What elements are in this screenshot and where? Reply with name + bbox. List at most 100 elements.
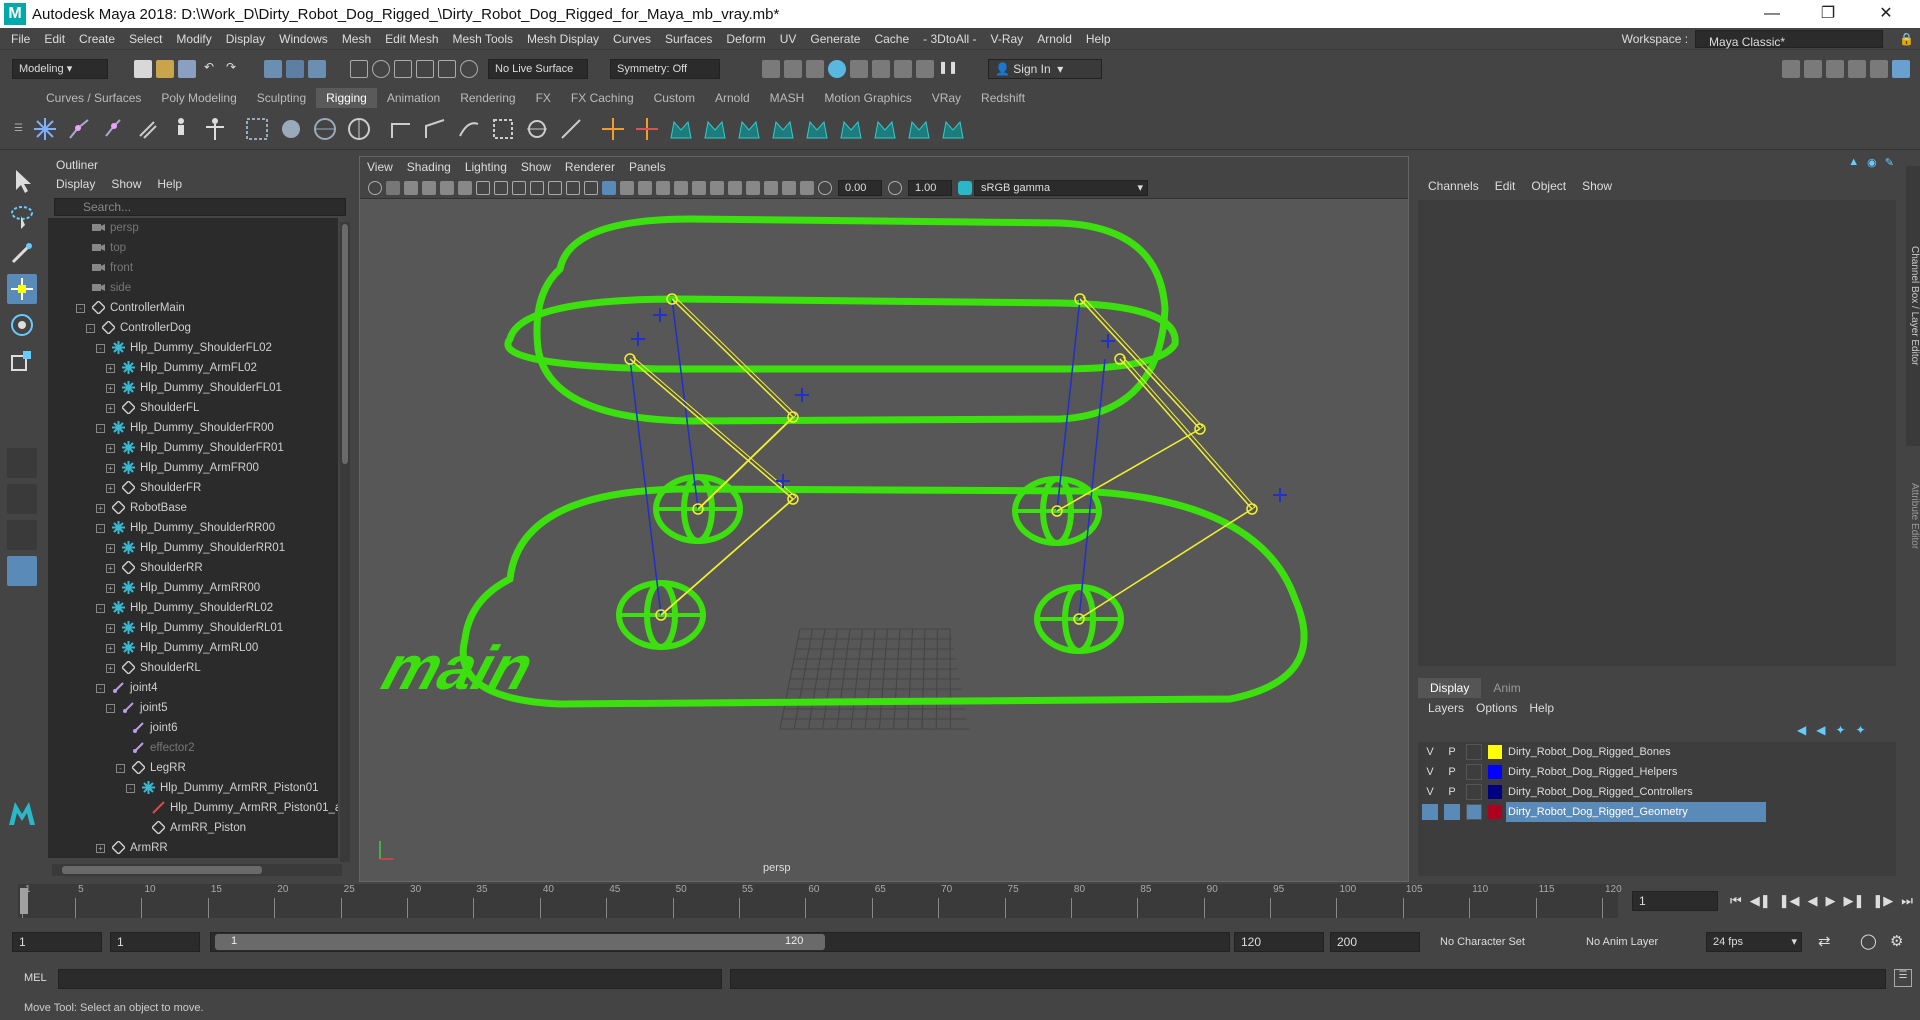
menu-generate[interactable]: Generate xyxy=(803,28,867,50)
open-scene-icon[interactable] xyxy=(156,60,174,78)
step-forward-key-icon[interactable]: ❚▶ xyxy=(1872,893,1893,909)
resolution-gate-icon[interactable] xyxy=(512,180,526,195)
viewport-menu-shading[interactable]: Shading xyxy=(400,157,458,177)
menu-curves[interactable]: Curves xyxy=(606,28,658,50)
layer-color-swatch[interactable] xyxy=(1488,765,1502,779)
outliner-item[interactable]: + Hlp_Dummy_ArmFR00 xyxy=(48,458,338,478)
outliner-layout-icon[interactable] xyxy=(7,556,37,586)
range-bar[interactable]: 1 120 xyxy=(210,932,1230,952)
2d-pan-zoom-icon[interactable] xyxy=(440,180,454,195)
outliner-item[interactable]: side xyxy=(48,278,338,298)
playback-prefs-icon[interactable]: ⚙ xyxy=(1890,932,1903,950)
scale-tool-icon[interactable] xyxy=(7,346,37,376)
expand-toggle-icon[interactable]: + xyxy=(106,564,115,573)
layer-playback-toggle[interactable]: P xyxy=(1444,764,1460,780)
set-key-icon-8[interactable] xyxy=(906,116,932,142)
gate-mask-icon[interactable] xyxy=(530,180,544,195)
layer-row[interactable]: V P Dirty_Robot_Dog_Rigged_Bones xyxy=(1418,742,1896,762)
humanik-icon[interactable] xyxy=(202,116,228,142)
xray-joints-icon[interactable] xyxy=(800,180,814,195)
layer-tab-anim[interactable]: Anim xyxy=(1481,678,1532,698)
depth-of-field-icon[interactable] xyxy=(746,180,760,195)
outliner-item[interactable]: + ShoulderFR xyxy=(48,478,338,498)
outliner-hscroll-thumb[interactable] xyxy=(62,866,262,874)
outliner-item[interactable]: joint6 xyxy=(48,718,338,738)
expand-toggle-icon[interactable]: - xyxy=(96,604,105,613)
outliner-item[interactable]: - Hlp_Dummy_ShoulderFL02 xyxy=(48,338,338,358)
expand-toggle-icon[interactable]: - xyxy=(126,784,135,793)
current-time-marker[interactable] xyxy=(20,888,28,914)
layer-menu-help[interactable]: Help xyxy=(1523,701,1560,715)
snap-grid-icon[interactable] xyxy=(350,60,368,78)
shelf-tab-fx[interactable]: FX xyxy=(526,88,561,108)
wireframe-icon[interactable] xyxy=(584,180,598,195)
outliner-item[interactable]: - Hlp_Dummy_ShoulderFR00 xyxy=(48,418,338,438)
layer-visibility-toggle[interactable]: V xyxy=(1422,744,1438,760)
step-back-key-icon[interactable]: ◀❚ xyxy=(1750,893,1771,909)
close-button[interactable]: ✕ xyxy=(1858,0,1914,28)
shelf-tab-rigging[interactable]: Rigging xyxy=(316,88,377,108)
expand-toggle-icon[interactable]: + xyxy=(106,644,115,653)
render-view-icon[interactable] xyxy=(762,60,780,78)
menu-mesh-tools[interactable]: Mesh Tools xyxy=(446,28,520,50)
move-layer-up-icon[interactable]: ◀ xyxy=(1797,723,1806,737)
step-back-frame-icon[interactable]: ❚◀ xyxy=(1779,893,1800,909)
cluster-icon[interactable] xyxy=(244,116,270,142)
shelf-tab-animation[interactable]: Animation xyxy=(377,88,450,108)
outliner-item[interactable]: + ArmRR xyxy=(48,838,338,858)
channel-menu-channels[interactable]: Channels xyxy=(1420,179,1487,193)
outliner-item[interactable]: front xyxy=(48,258,338,278)
select-camera-icon[interactable] xyxy=(368,180,382,195)
channel-box-side-tab[interactable]: Channel Box / Layer Editor xyxy=(1906,166,1920,446)
expand-toggle-icon[interactable]: + xyxy=(106,544,115,553)
menu-modify[interactable]: Modify xyxy=(169,28,218,50)
outliner-menu-display[interactable]: Display xyxy=(48,174,103,194)
expand-toggle-icon[interactable]: + xyxy=(106,484,115,493)
outliner-item[interactable]: + Hlp_Dummy_ShoulderRR01 xyxy=(48,538,338,558)
set-key-icon-5[interactable] xyxy=(804,116,830,142)
select-by-hierarchy-icon[interactable] xyxy=(264,60,282,78)
layer-editor-toggle-icon[interactable] xyxy=(1870,60,1888,78)
viewport-menu-renderer[interactable]: Renderer xyxy=(558,157,622,177)
lock-icon[interactable]: 🔒 xyxy=(1893,28,1920,50)
wrap-icon[interactable] xyxy=(312,116,338,142)
script-editor-icon[interactable]: ☰ xyxy=(1894,969,1912,987)
parent-constraint-icon[interactable] xyxy=(524,116,550,142)
paint-select-tool-icon[interactable] xyxy=(7,238,37,268)
menu-windows[interactable]: Windows xyxy=(272,28,335,50)
new-empty-layer-icon[interactable]: ✦ xyxy=(1835,723,1845,737)
outliner-item[interactable]: + Hlp_Dummy_ArmRL00 xyxy=(48,638,338,658)
vray-fb-icon[interactable] xyxy=(916,60,934,78)
menu-arnold[interactable]: Arnold xyxy=(1030,28,1079,50)
restore-button[interactable]: ❐ xyxy=(1800,0,1856,28)
gamma-field[interactable]: 1.00 xyxy=(908,179,952,196)
layer-row[interactable]: V P Dirty_Robot_Dog_Rigged_Helpers xyxy=(1418,762,1896,782)
shelf-tab-poly-modeling[interactable]: Poly Modeling xyxy=(151,88,246,108)
snap-point-icon[interactable] xyxy=(394,60,412,78)
outliner-item[interactable]: Hlp_Dummy_ArmRR_Piston01_ai xyxy=(48,798,338,818)
exposure-field[interactable]: 0.00 xyxy=(838,179,882,196)
outliner-item[interactable]: ArmRR_Piston xyxy=(48,818,338,838)
anim-layer-select[interactable]: No Anim Layer xyxy=(1586,936,1658,948)
expand-toggle-icon[interactable]: - xyxy=(96,424,105,433)
select-by-component-icon[interactable] xyxy=(308,60,326,78)
lasso-tool-icon[interactable] xyxy=(7,202,37,232)
animation-end-field[interactable]: 200 xyxy=(1330,932,1420,952)
layer-playback-toggle[interactable]: P xyxy=(1444,784,1460,800)
symmetry-select[interactable]: Symmetry: Off xyxy=(610,59,720,79)
move-tool-icon[interactable] xyxy=(7,274,37,304)
outliner-menu-help[interactable]: Help xyxy=(149,174,190,194)
channel-box-settings-icon[interactable]: ◉ xyxy=(1867,156,1877,169)
ik-spline-icon[interactable] xyxy=(100,116,126,142)
use-all-lights-icon[interactable] xyxy=(656,180,670,195)
textured-icon[interactable] xyxy=(638,180,652,195)
orient-constraint-icon[interactable] xyxy=(490,116,516,142)
shelf-tab-arnold[interactable]: Arnold xyxy=(705,88,760,108)
ipr-render-icon[interactable] xyxy=(806,60,824,78)
menu-select[interactable]: Select xyxy=(122,28,169,50)
character-set-select[interactable]: No Character Set xyxy=(1440,936,1525,948)
new-scene-icon[interactable] xyxy=(134,60,152,78)
menu-create[interactable]: Create xyxy=(72,28,122,50)
redo-icon[interactable]: ↷ xyxy=(222,60,240,78)
set-key-icon-7[interactable] xyxy=(872,116,898,142)
